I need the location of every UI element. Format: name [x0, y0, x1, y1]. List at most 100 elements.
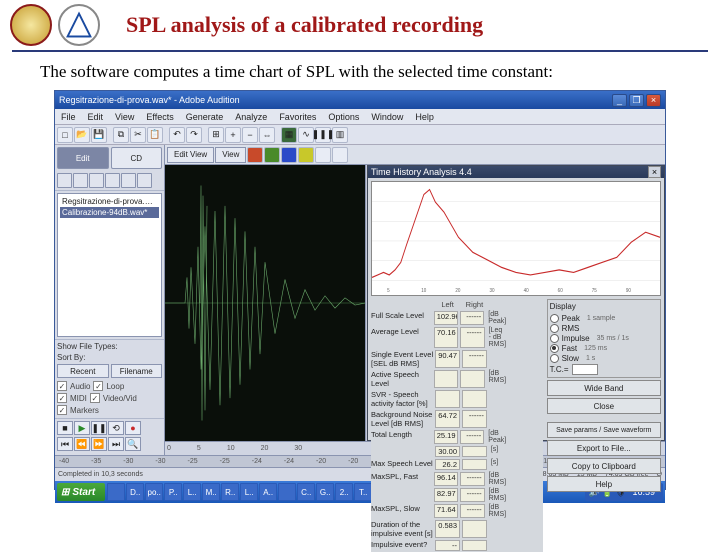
taskbar-item[interactable]: po..: [145, 483, 163, 501]
list-item[interactable]: Regsitrazione-di-prova.wav: [60, 196, 159, 207]
forward-button[interactable]: ⏩: [91, 437, 107, 451]
stop-button[interactable]: ■: [57, 421, 73, 435]
side-tool-3[interactable]: [89, 173, 104, 188]
tab-cd[interactable]: CD: [111, 147, 163, 169]
wideband-button[interactable]: Wide Band: [547, 380, 661, 396]
vt-icon-2[interactable]: [264, 147, 280, 163]
dialog-close2-button[interactable]: Close: [547, 398, 661, 414]
display-option[interactable]: Impulse35 ms / 1s: [550, 333, 658, 343]
taskbar-item[interactable]: [107, 483, 125, 501]
radio-icon[interactable]: [550, 334, 559, 343]
cut-icon[interactable]: ✂: [130, 127, 146, 143]
dialog-close-button[interactable]: ×: [648, 166, 661, 178]
list-item[interactable]: Calibrazione-94dB.wav*: [60, 207, 159, 218]
radio-icon[interactable]: [550, 314, 559, 323]
play-loop-button[interactable]: ⟲: [108, 421, 124, 435]
clipboard-button[interactable]: Copy to Clipboard: [547, 458, 661, 474]
start-button[interactable]: ⊞ Start: [57, 483, 105, 501]
goto-end-button[interactable]: ⏭: [108, 437, 124, 451]
copy-icon[interactable]: ⧉: [113, 127, 129, 143]
tool2-icon[interactable]: ▥: [332, 127, 348, 143]
help-button[interactable]: Help: [547, 476, 661, 492]
cb-loop[interactable]: ✓: [93, 381, 103, 391]
spectral-icon[interactable]: ▦: [281, 127, 297, 143]
undo-icon[interactable]: ↶: [169, 127, 185, 143]
zoom-in-icon[interactable]: +: [225, 127, 241, 143]
vt-icon-5[interactable]: [315, 147, 331, 163]
menu-file[interactable]: File: [59, 112, 78, 122]
editview-button[interactable]: Edit View: [167, 147, 214, 163]
maximize-button[interactable]: ❐: [629, 94, 644, 107]
radio-icon[interactable]: [550, 344, 559, 353]
save-icon[interactable]: 💾: [91, 127, 107, 143]
menu-help[interactable]: Help: [413, 112, 436, 122]
zoom-full-icon[interactable]: ⇔: [259, 127, 275, 143]
side-tool-5[interactable]: [121, 173, 136, 188]
tc-input[interactable]: [572, 364, 598, 375]
pause-button[interactable]: ❚❚: [91, 421, 107, 435]
menu-options[interactable]: Options: [326, 112, 361, 122]
taskbar-item[interactable]: M..: [202, 483, 220, 501]
paste-icon[interactable]: 📋: [147, 127, 163, 143]
vt-icon-3[interactable]: [281, 147, 297, 163]
close-button[interactable]: ×: [646, 94, 661, 107]
table-row: 30.00 [s]: [371, 445, 543, 458]
taskbar-item[interactable]: C..: [297, 483, 315, 501]
display-option[interactable]: Fast125 ms: [550, 343, 658, 353]
menu-favorites[interactable]: Favorites: [277, 112, 318, 122]
tool-icon[interactable]: ❚❚❚: [315, 127, 331, 143]
side-tool-1[interactable]: [57, 173, 72, 188]
cb-audio[interactable]: ✓: [57, 381, 67, 391]
taskbar-item[interactable]: L..: [183, 483, 201, 501]
zoom-out-icon[interactable]: −: [242, 127, 258, 143]
taskbar-item[interactable]: G..: [316, 483, 334, 501]
new-icon[interactable]: □: [57, 127, 73, 143]
sort-filename-button[interactable]: Filename: [111, 364, 163, 378]
menu-generate[interactable]: Generate: [184, 112, 226, 122]
cb-markers[interactable]: ✓: [57, 405, 67, 415]
taskbar-item[interactable]: D..: [126, 483, 144, 501]
rewind-button[interactable]: ⏪: [74, 437, 90, 451]
dialog-titlebar[interactable]: Time History Analysis 4.4 ×: [368, 166, 664, 178]
tab-edit[interactable]: Edit: [57, 147, 109, 169]
taskbar-item[interactable]: 2..: [335, 483, 353, 501]
open-icon[interactable]: 📂: [74, 127, 90, 143]
vt-icon-4[interactable]: [298, 147, 314, 163]
menu-window[interactable]: Window: [369, 112, 405, 122]
side-tool-4[interactable]: [105, 173, 120, 188]
taskbar-item[interactable]: R..: [221, 483, 239, 501]
taskbar-item[interactable]: L..: [240, 483, 258, 501]
window-titlebar[interactable]: Regsitrazione-di-prova.wav* - Adobe Audi…: [55, 91, 665, 109]
zoom-sel-icon[interactable]: ⊞: [208, 127, 224, 143]
play-button[interactable]: ▶: [74, 421, 90, 435]
view2-button[interactable]: View: [215, 147, 246, 163]
menu-effects[interactable]: Effects: [144, 112, 175, 122]
cb-video[interactable]: ✓: [90, 393, 100, 403]
record-button[interactable]: ●: [125, 421, 141, 435]
waveform-display[interactable]: [165, 165, 365, 441]
cb-midi[interactable]: ✓: [57, 393, 67, 403]
taskbar-item[interactable]: A..: [259, 483, 277, 501]
menu-edit[interactable]: Edit: [86, 112, 106, 122]
redo-icon[interactable]: ↷: [186, 127, 202, 143]
display-option[interactable]: RMS: [550, 323, 658, 333]
display-option[interactable]: Peak1 sample: [550, 313, 658, 323]
export-button[interactable]: Export to File...: [547, 440, 661, 456]
minimize-button[interactable]: _: [612, 94, 627, 107]
taskbar-item[interactable]: P..: [164, 483, 182, 501]
vt-icon-6[interactable]: [332, 147, 348, 163]
menu-analyze[interactable]: Analyze: [233, 112, 269, 122]
sort-recent-button[interactable]: Recent: [57, 364, 109, 378]
taskbar-item[interactable]: [278, 483, 296, 501]
radio-icon[interactable]: [550, 324, 559, 333]
zoom-button[interactable]: 🔍: [125, 437, 141, 451]
side-tool-2[interactable]: [73, 173, 88, 188]
radio-icon[interactable]: [550, 354, 559, 363]
save-params-button[interactable]: Save params / Save waveform: [547, 422, 661, 438]
side-tool-6[interactable]: [137, 173, 152, 188]
vt-icon-1[interactable]: [247, 147, 263, 163]
display-option[interactable]: Slow1 s: [550, 353, 658, 363]
menu-view[interactable]: View: [113, 112, 136, 122]
file-list[interactable]: Regsitrazione-di-prova.wav Calibrazione-…: [57, 193, 162, 337]
goto-start-button[interactable]: ⏮: [57, 437, 73, 451]
